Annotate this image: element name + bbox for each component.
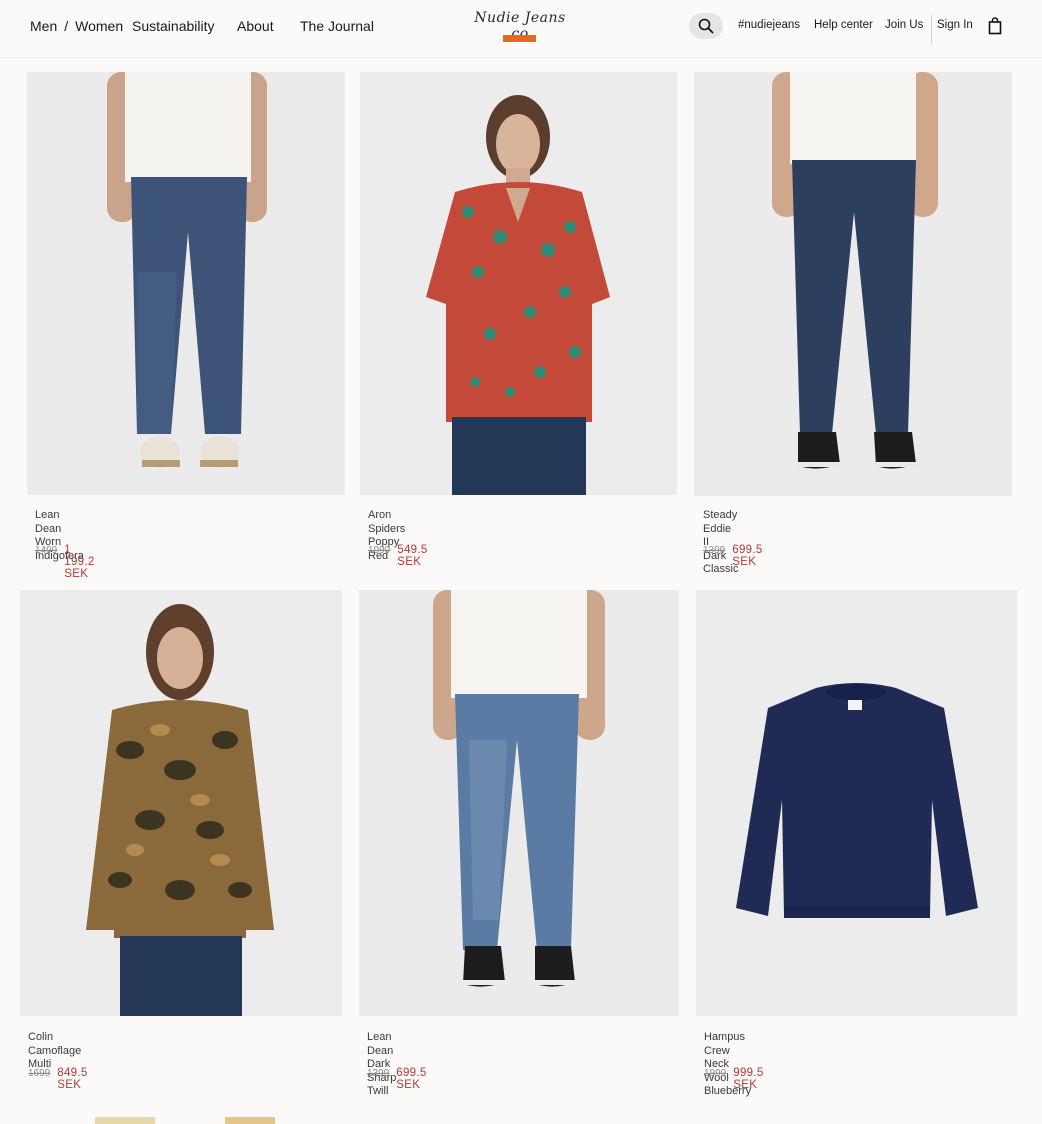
product-price: 1499 1 199.2 SEK — [35, 544, 95, 580]
next-row-image-peek — [95, 1117, 155, 1124]
search-button[interactable] — [689, 13, 723, 39]
original-price: 1399 — [367, 1068, 390, 1079]
product-price: 1699 849.5 SEK — [28, 1067, 88, 1091]
product-image[interactable] — [360, 72, 677, 495]
shopping-bag-icon[interactable] — [988, 17, 1002, 35]
next-row-image-peek — [225, 1117, 275, 1124]
link-nudiejeans-hashtag[interactable]: #nudiejeans — [738, 19, 800, 31]
link-sign-in[interactable]: Sign In — [937, 19, 973, 31]
search-icon — [698, 18, 714, 34]
sale-price: 699.5 SEK — [732, 544, 763, 568]
sale-price: 549.5 SEK — [397, 544, 428, 568]
site-header: Men / Women Sustainability About The Jou… — [0, 0, 1042, 58]
product-name: Aron — [368, 509, 392, 521]
logo-accent-bar — [503, 35, 536, 42]
original-price: 1399 — [703, 545, 726, 556]
nav-separator: / — [64, 18, 69, 34]
original-price: 1999 — [704, 1068, 727, 1079]
original-price: 1099 — [368, 545, 391, 556]
nav-sustainability[interactable]: Sustainability — [132, 18, 215, 34]
product-image[interactable] — [696, 590, 1017, 1016]
original-price: 1699 — [28, 1068, 51, 1079]
product-price: 1999 999.5 SEK — [704, 1067, 764, 1091]
gender-nav: Men / Women — [30, 18, 123, 34]
original-price: 1499 — [35, 545, 58, 556]
link-join-us[interactable]: Join Us — [885, 19, 923, 31]
product-image[interactable] — [359, 590, 679, 1016]
product-name: Colin — [28, 1031, 54, 1043]
product-price: 1399 699.5 SEK — [367, 1067, 427, 1091]
sale-price: 999.5 SEK — [733, 1067, 764, 1091]
product-image[interactable] — [27, 72, 345, 495]
sale-price: 849.5 SEK — [57, 1067, 88, 1091]
nudie-jeans-logo[interactable]: Nudie Jeans co — [468, 10, 572, 44]
product-name: Lean Dean — [35, 509, 62, 535]
nav-the-journal[interactable]: The Journal — [300, 18, 374, 34]
product-image[interactable] — [694, 72, 1012, 496]
sale-price: 699.5 SEK — [396, 1067, 427, 1091]
product-price: 1099 549.5 SEK — [368, 544, 428, 568]
product-name: Lean Dean — [367, 1031, 394, 1057]
nav-about[interactable]: About — [237, 18, 274, 34]
product-name: Hampus — [704, 1031, 745, 1043]
nav-women[interactable]: Women — [75, 18, 123, 34]
link-help-center[interactable]: Help center — [814, 19, 873, 31]
product-info: Colin Camoflage Multi — [28, 1031, 81, 1072]
header-divider — [931, 15, 932, 44]
product-image[interactable] — [20, 590, 342, 1016]
nav-men[interactable]: Men — [30, 18, 57, 34]
product-price: 1399 699.5 SEK — [703, 544, 763, 568]
sale-price: 1 199.2 SEK — [64, 544, 95, 580]
